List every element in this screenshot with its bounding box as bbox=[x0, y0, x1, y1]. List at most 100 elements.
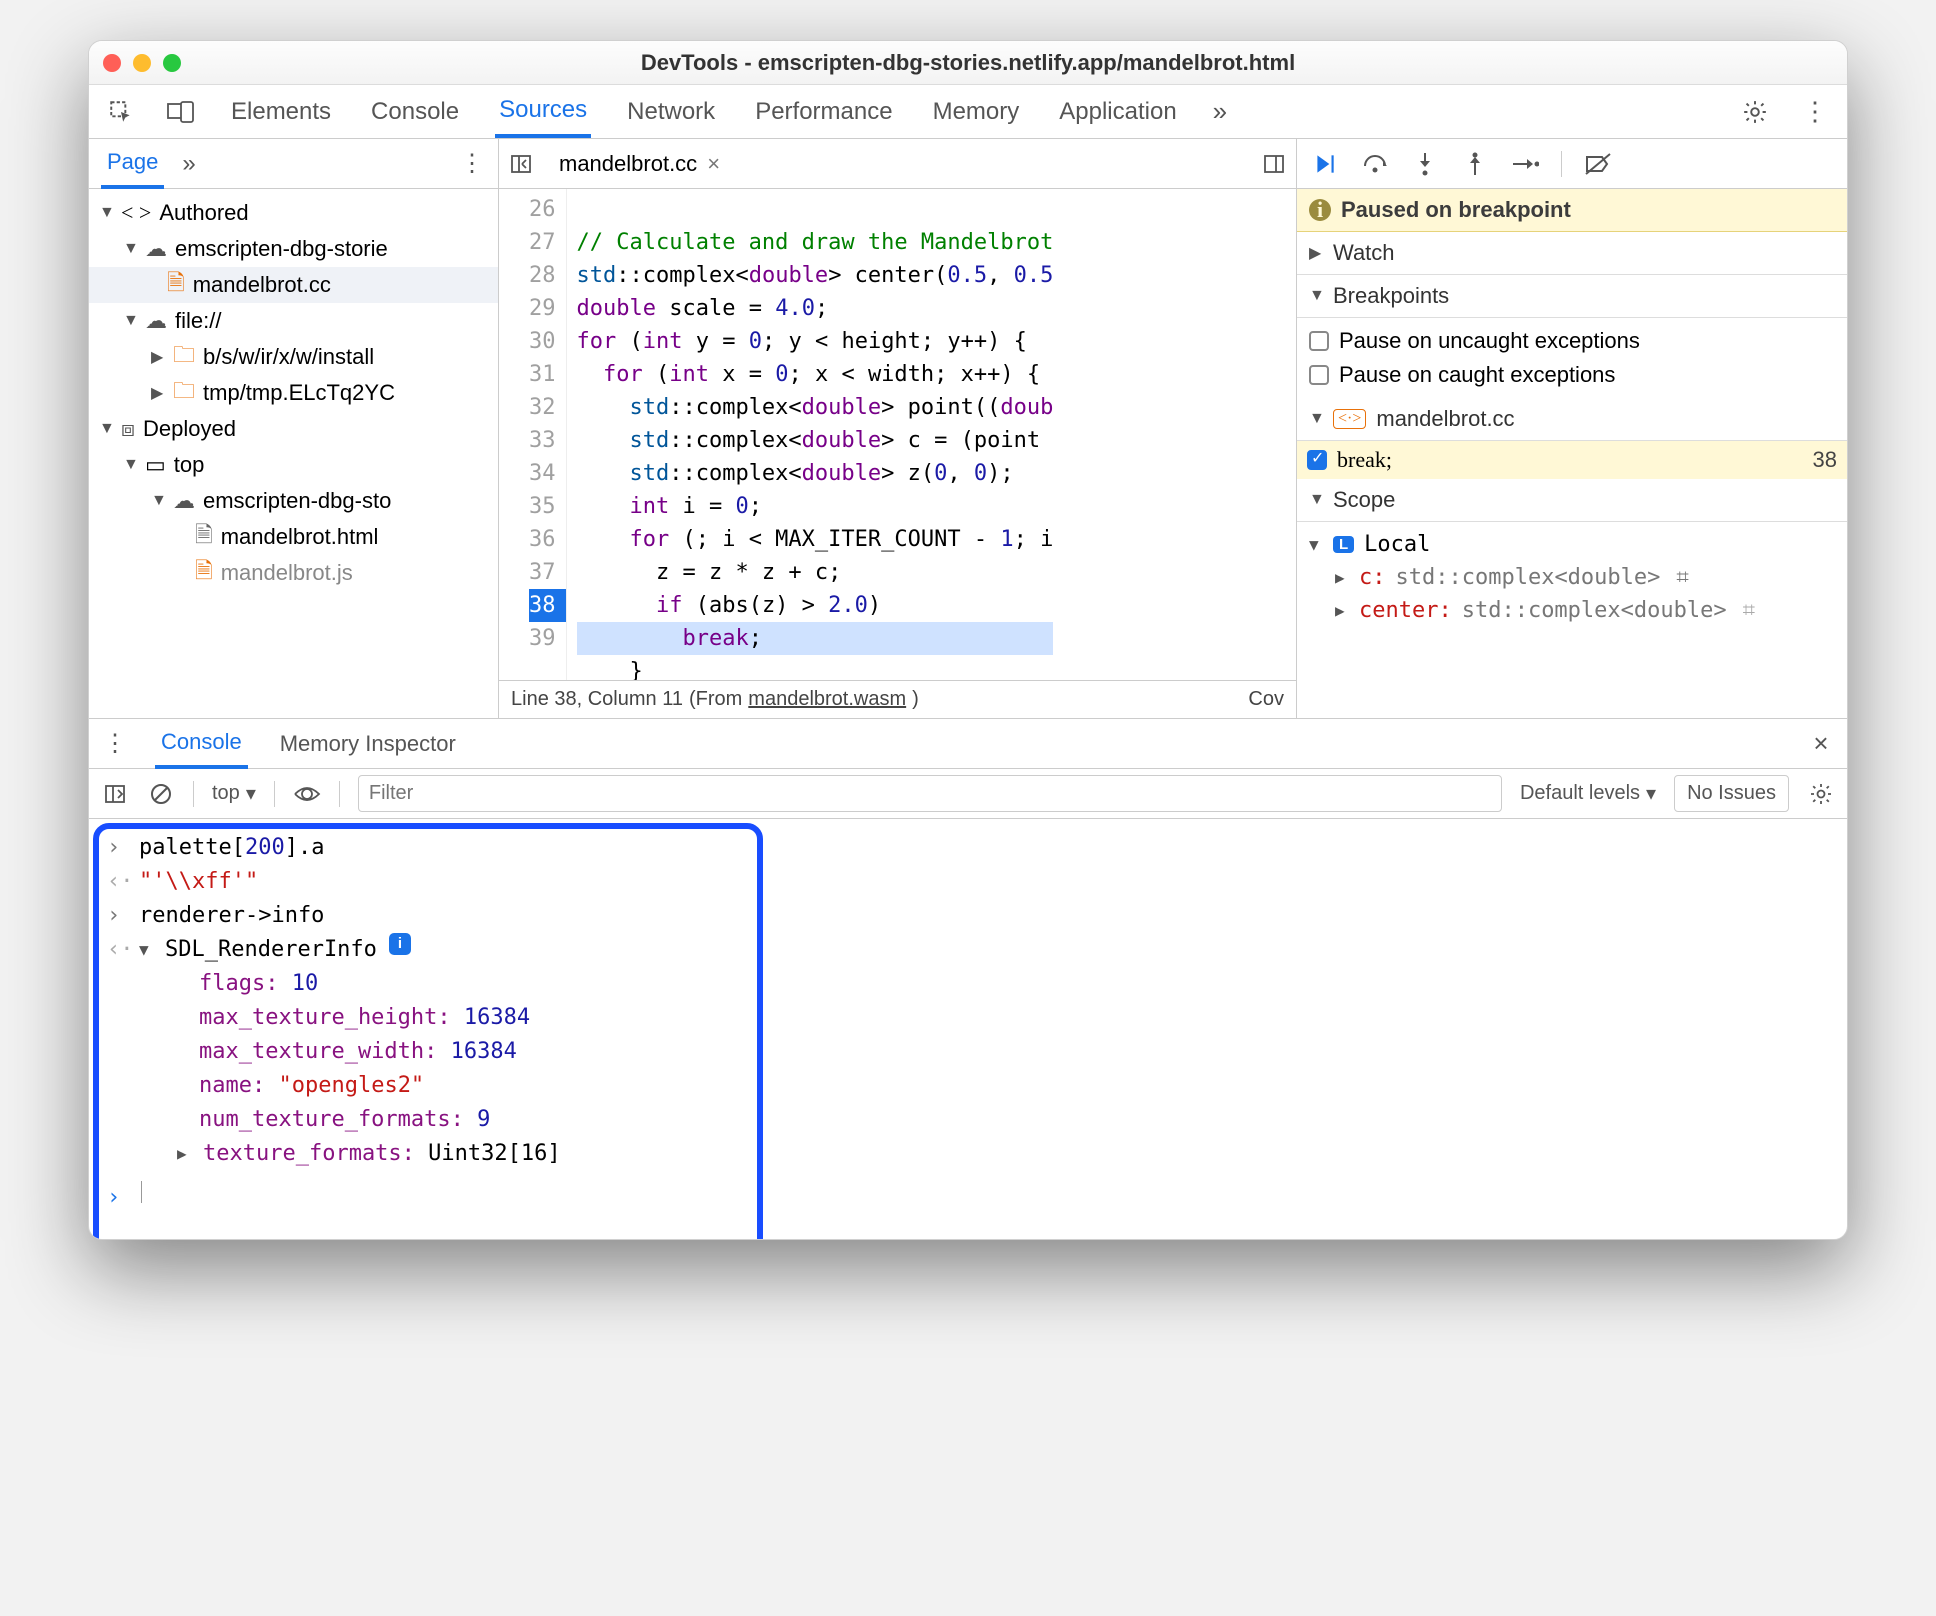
issues-button[interactable]: No Issues bbox=[1674, 775, 1789, 812]
file-icon: 🗎 bbox=[195, 518, 213, 556]
console-body[interactable]: ›palette[200].a ‹·"'\\xff'" ›renderer->i… bbox=[89, 819, 1847, 1239]
console-drawer: ⋮ Console Memory Inspector × top ▾ Defau… bbox=[89, 719, 1847, 1239]
tab-sources[interactable]: Sources bbox=[495, 86, 591, 138]
tab-network[interactable]: Network bbox=[623, 88, 719, 136]
inspect-icon[interactable] bbox=[107, 98, 135, 126]
execution-context-select[interactable]: top ▾ bbox=[212, 781, 256, 806]
tree-origin-2[interactable]: emscripten-dbg-sto bbox=[203, 488, 391, 514]
editor-tab-mandelbrot[interactable]: mandelbrot.cc× bbox=[549, 143, 730, 185]
console-prompt-input[interactable] bbox=[141, 1181, 142, 1203]
pause-caught-checkbox[interactable] bbox=[1309, 365, 1329, 385]
tree-folder-1[interactable]: b/s/w/ir/x/w/install bbox=[203, 344, 374, 370]
minimize-window-button[interactable] bbox=[133, 54, 151, 72]
drawer-tab-memory-inspector[interactable]: Memory Inspector bbox=[274, 721, 462, 767]
code-editor[interactable]: 2627282930313233343536373839 // Calculat… bbox=[499, 189, 1296, 680]
tab-performance[interactable]: Performance bbox=[751, 88, 896, 136]
pause-caught-label: Pause on caught exceptions bbox=[1339, 362, 1615, 388]
file-tree[interactable]: ▼< >Authored ▼☁emscripten-dbg-storie 🗎ma… bbox=[89, 189, 498, 718]
step-over-icon[interactable] bbox=[1361, 150, 1389, 178]
gear-icon[interactable] bbox=[1741, 98, 1769, 126]
drawer-tab-console[interactable]: Console bbox=[155, 719, 248, 769]
expand-icon[interactable]: ▼ bbox=[139, 933, 153, 967]
expand-icon[interactable]: ▶ bbox=[177, 1137, 191, 1171]
sourcemap-link[interactable]: mandelbrot.wasm bbox=[748, 688, 906, 711]
titlebar: DevTools - emscripten-dbg-stories.netlif… bbox=[89, 41, 1847, 85]
console-filter-input[interactable] bbox=[358, 775, 1502, 812]
console-input-arrow-icon: › bbox=[107, 831, 127, 865]
tab-memory[interactable]: Memory bbox=[929, 88, 1024, 136]
console-input-arrow-icon: › bbox=[107, 899, 127, 933]
debugger-toolbar bbox=[1297, 139, 1847, 189]
console-prompt-arrow-icon: › bbox=[107, 1181, 127, 1215]
cube-icon: ⧈ bbox=[121, 416, 135, 442]
tree-origin-1[interactable]: emscripten-dbg-storie bbox=[175, 236, 388, 262]
console-toolbar: top ▾ Default levels ▾ No Issues bbox=[89, 769, 1847, 819]
tree-file-scheme[interactable]: file:// bbox=[175, 308, 221, 334]
coverage-indicator[interactable]: Cov bbox=[1248, 688, 1284, 711]
step-into-icon[interactable] bbox=[1411, 150, 1439, 178]
console-sidebar-toggle-icon[interactable] bbox=[101, 780, 129, 808]
log-levels-select[interactable]: Default levels ▾ bbox=[1520, 781, 1656, 806]
traffic-lights bbox=[103, 54, 181, 72]
toggle-debugger-icon[interactable] bbox=[1260, 150, 1288, 178]
tab-application[interactable]: Application bbox=[1055, 88, 1180, 136]
editor-statusbar: Line 38, Column 11 (From mandelbrot.wasm… bbox=[499, 680, 1296, 718]
resume-icon[interactable] bbox=[1311, 150, 1339, 178]
navigator-overflow-icon[interactable]: » bbox=[182, 150, 195, 178]
tree-folder-2[interactable]: tmp/tmp.ELcTq2YC bbox=[203, 380, 395, 406]
navigator-tabs: Page » ⋮ bbox=[89, 139, 498, 189]
file-icon: 🗎 bbox=[167, 266, 185, 304]
tabs-overflow-icon[interactable]: » bbox=[1213, 96, 1227, 127]
console-output-arrow-icon: ‹· bbox=[107, 933, 127, 967]
breakpoint-enabled-checkbox[interactable] bbox=[1307, 450, 1327, 470]
file-badge-icon: <·> bbox=[1333, 409, 1366, 429]
device-toolbar-icon[interactable] bbox=[167, 98, 195, 126]
live-expression-icon[interactable] bbox=[293, 780, 321, 808]
console-settings-gear-icon[interactable] bbox=[1807, 780, 1835, 808]
file-icon: 🗎 bbox=[195, 554, 213, 592]
cloud-icon: ☁ bbox=[173, 488, 195, 514]
step-icon[interactable] bbox=[1511, 150, 1539, 178]
tree-file-cc[interactable]: mandelbrot.cc bbox=[193, 272, 331, 298]
scope-var-center[interactable]: center: bbox=[1359, 598, 1452, 623]
navigator-pane: Page » ⋮ ▼< >Authored ▼☁emscripten-dbg-s… bbox=[89, 139, 499, 718]
scope-section-header[interactable]: ▼Scope bbox=[1297, 479, 1847, 522]
toggle-navigator-icon[interactable] bbox=[507, 150, 535, 178]
memory-chip-icon[interactable]: ⌗ bbox=[1743, 598, 1755, 623]
breakpoints-section-header[interactable]: ▼Breakpoints bbox=[1297, 275, 1847, 318]
clear-console-icon[interactable] bbox=[147, 780, 175, 808]
close-tab-icon[interactable]: × bbox=[707, 151, 720, 177]
step-out-icon[interactable] bbox=[1461, 150, 1489, 178]
drawer-tabs: ⋮ Console Memory Inspector × bbox=[89, 719, 1847, 769]
pause-uncaught-checkbox[interactable] bbox=[1309, 331, 1329, 351]
tab-console[interactable]: Console bbox=[367, 88, 463, 136]
breakpoint-entry[interactable]: break; 38 bbox=[1297, 441, 1847, 479]
watch-section-header[interactable]: ▶Watch bbox=[1297, 232, 1847, 275]
navigator-tab-page[interactable]: Page bbox=[101, 139, 164, 189]
deactivate-breakpoints-icon[interactable] bbox=[1584, 150, 1612, 178]
console-eval-1-output: "'\\xff'" bbox=[139, 865, 258, 899]
tree-authored[interactable]: Authored bbox=[159, 200, 248, 226]
line-gutter[interactable]: 2627282930313233343536373839 bbox=[499, 189, 567, 680]
memory-chip-icon[interactable]: ⌗ bbox=[1676, 565, 1688, 590]
window-title: DevTools - emscripten-dbg-stories.netlif… bbox=[89, 50, 1847, 76]
tree-file-html[interactable]: mandelbrot.html bbox=[221, 524, 379, 550]
drawer-kebab-icon[interactable]: ⋮ bbox=[101, 730, 129, 758]
zoom-window-button[interactable] bbox=[163, 54, 181, 72]
scope-var-c[interactable]: c: bbox=[1359, 565, 1386, 590]
drawer-close-icon[interactable]: × bbox=[1807, 730, 1835, 758]
code-body[interactable]: // Calculate and draw the Mandelbrotstd:… bbox=[567, 189, 1064, 680]
tree-deployed[interactable]: Deployed bbox=[143, 416, 236, 442]
kebab-menu-icon[interactable]: ⋮ bbox=[1801, 98, 1829, 126]
console-eval-2-input: renderer->info bbox=[139, 899, 324, 933]
breakpoint-file-header[interactable]: ▼<·>mandelbrot.cc bbox=[1297, 398, 1847, 441]
tree-file-js[interactable]: mandelbrot.js bbox=[221, 560, 353, 586]
info-badge-icon[interactable]: i bbox=[389, 933, 411, 955]
tab-elements[interactable]: Elements bbox=[227, 88, 335, 136]
object-name[interactable]: SDL_RendererInfo bbox=[165, 933, 377, 967]
tree-top[interactable]: top bbox=[174, 452, 205, 478]
devtools-tabbar: Elements Console Sources Network Perform… bbox=[89, 85, 1847, 139]
navigator-kebab-icon[interactable]: ⋮ bbox=[458, 150, 486, 178]
close-window-button[interactable] bbox=[103, 54, 121, 72]
console-output-arrow-icon: ‹· bbox=[107, 865, 127, 899]
